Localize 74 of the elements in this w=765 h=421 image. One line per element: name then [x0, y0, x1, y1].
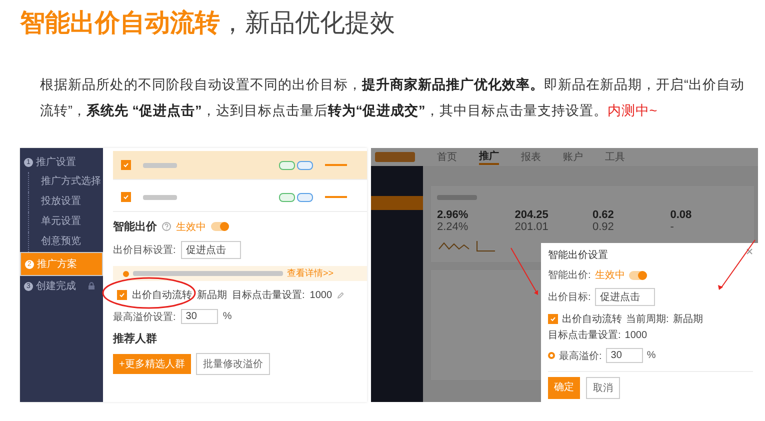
status-text: 生效中	[176, 220, 206, 234]
annotation-arrow	[510, 248, 538, 295]
unit-text: %	[222, 311, 232, 322]
section-title: 智能出价	[113, 220, 157, 234]
metric-previous: 2.24%	[437, 221, 470, 233]
nav-tab[interactable]: 账户	[563, 150, 583, 164]
cancel-button[interactable]: 取消	[586, 377, 620, 399]
title-highlight: 智能出价自动流转	[20, 9, 220, 37]
title-text: ，新品优化提效	[220, 9, 395, 37]
checkbox[interactable]	[121, 192, 131, 202]
stage-value: 新品期	[197, 288, 227, 302]
metric-value: 0.08	[670, 209, 693, 221]
field-label: 最高溢价:	[559, 350, 602, 362]
field-label: 目标点击量设置:	[232, 288, 305, 302]
description-paragraph: 根据新品所处的不同阶段自动设置不同的出价目标，提升商家新品推广优化效率。即新品在新品期，开启“出价自动流转”，系统先 “促进点击”，达到目标点击量后转为“促进成交”，其中目标点击量支持设置。内测中~	[40, 76, 745, 120]
metric-previous: 201.01	[514, 221, 550, 233]
period-value: 新品期	[672, 312, 703, 326]
rating-dashes	[325, 196, 347, 198]
premium-input[interactable]: 30	[180, 309, 218, 324]
pencil-icon[interactable]	[337, 292, 344, 298]
metric-previous: 0.92	[592, 221, 615, 233]
nav-tab[interactable]: 推广	[479, 149, 499, 165]
status-text: 生效中	[594, 268, 625, 282]
help-icon	[162, 222, 171, 231]
unit-text: %	[646, 350, 656, 361]
metric-previous: -	[670, 221, 675, 233]
sparkline-drawing	[437, 239, 497, 253]
toggle-switch[interactable]	[211, 222, 229, 231]
blurred-text	[143, 194, 177, 200]
close-icon[interactable]	[746, 248, 753, 255]
field-label: 出价目标:	[548, 290, 591, 304]
field-label: 当前周期:	[626, 312, 669, 326]
blurred-text	[437, 195, 477, 200]
premium-input[interactable]: 30	[606, 348, 643, 363]
tag-pill	[279, 192, 295, 202]
checkbox[interactable]	[117, 290, 127, 300]
logo-icon	[375, 152, 415, 162]
radio-button[interactable]	[548, 352, 555, 359]
nav-tab[interactable]: 工具	[605, 150, 625, 164]
dialog-title: 智能出价设置	[548, 248, 608, 262]
section-title: 推荐人群	[113, 332, 157, 346]
metric-value: 2.96%	[437, 209, 470, 221]
tag-pill	[297, 160, 313, 170]
action-button[interactable]: 批量修改溢价	[196, 353, 270, 375]
target-dropdown[interactable]: 促进点击	[180, 241, 241, 259]
nav-tab[interactable]: 首页	[437, 150, 457, 164]
blurred-text	[143, 162, 177, 168]
rating-dashes	[325, 164, 347, 166]
substep-item[interactable]: 投放设置	[28, 192, 103, 212]
checkbox[interactable]	[121, 160, 131, 170]
check-icon	[123, 162, 129, 168]
toggle-switch[interactable]	[628, 270, 647, 280]
warning-icon	[123, 270, 129, 276]
checkbox-label: 出价自动流转	[132, 288, 192, 302]
check-icon	[119, 292, 125, 298]
nav-tab[interactable]: 报表	[521, 150, 541, 164]
check-icon	[123, 194, 129, 200]
field-label: 最高溢价设置:	[113, 310, 176, 324]
metric-value: 204.25	[514, 209, 550, 221]
checkbox[interactable]	[548, 314, 558, 324]
clicks-value: 1000	[310, 290, 332, 300]
field-label: 目标点击量设置:	[548, 328, 621, 342]
clicks-value: 1000	[624, 330, 648, 340]
metric-value: 0.62	[592, 209, 615, 221]
substep-item[interactable]: 推广方式选择	[28, 172, 103, 192]
substep-item[interactable]: 单元设置	[28, 212, 103, 232]
annotation-arrow	[718, 240, 756, 290]
tag-pill	[297, 192, 313, 202]
field-label: 出价目标设置:	[113, 244, 176, 257]
tag-pill	[279, 160, 295, 170]
field-label: 智能出价:	[548, 268, 591, 282]
checkbox-label: 出价自动流转	[562, 312, 622, 326]
target-dropdown[interactable]: 促进点击	[594, 288, 655, 306]
check-icon	[550, 316, 556, 322]
